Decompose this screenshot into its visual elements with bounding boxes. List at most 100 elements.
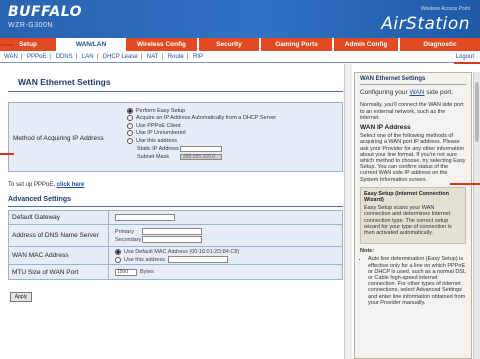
option-label: Use this address <box>136 137 177 144</box>
static-ip-row: Static IP Address <box>137 145 337 153</box>
radio-pppoe[interactable] <box>127 122 133 129</box>
static-ip-label: Static IP Address <box>137 145 179 152</box>
list-item: Auto line determination (Easy Setup) is … <box>368 256 466 306</box>
option-static-address[interactable]: Use this address <box>127 137 337 145</box>
mac-custom-label: Use this address <box>124 256 165 263</box>
mtu-input[interactable]: 1500 <box>115 268 137 276</box>
main-scrollbar[interactable] <box>344 64 352 359</box>
subnav-nat[interactable]: NAT <box>147 54 159 60</box>
default-gateway-input[interactable] <box>115 214 175 221</box>
dns-secondary-label: Secondary <box>115 236 142 243</box>
subnet-mask-label: Subnet Mask <box>137 153 170 160</box>
subnav-pppoe[interactable]: PPPoE <box>27 54 46 60</box>
help-title: WAN Ethernet Settings <box>360 76 466 86</box>
tab-wan-lan[interactable]: WAN/LAN <box>58 38 126 51</box>
callout-line-help <box>450 183 480 185</box>
table-row: Address of DNS Name Server Primary Secon… <box>8 225 343 247</box>
ip-method-section: Method of Acquiring IP Address Perform E… <box>8 102 343 172</box>
subnav-wan[interactable]: WAN <box>4 54 18 60</box>
help-intro-text: Configuring your <box>360 89 408 97</box>
dns-label: Address of DNS Name Server <box>9 225 109 246</box>
help-box-text: Easy Setup scans your WAN connection and… <box>364 205 452 237</box>
help-scrollbar-thumb[interactable] <box>475 82 479 142</box>
mac-default-option[interactable]: Use Default MAC Address (00:16:01:2D:84:… <box>115 248 342 256</box>
mac-cell: Use Default MAC Address (00:16:01:2D:84:… <box>109 247 342 264</box>
brand-logo: BUFFALO <box>8 4 83 20</box>
header-banner: BUFFALO WZR-G300N Wireless Access Point … <box>0 0 480 38</box>
default-gateway-cell <box>109 211 342 224</box>
mac-default-label: Use Default MAC Address (00:16:01:2D:84:… <box>124 248 240 255</box>
subnet-mask-row: Subnet Mask 255.255.255.0 <box>137 153 337 161</box>
subnav-separator: | <box>20 54 23 60</box>
apply-button[interactable]: Apply <box>10 292 32 302</box>
tab-security[interactable]: Security <box>199 38 261 51</box>
mac-label: WAN MAC Address <box>9 247 109 264</box>
radio-mac-custom[interactable] <box>115 256 121 263</box>
radio-ip-unnumbered[interactable] <box>127 130 133 137</box>
dns-secondary-input[interactable] <box>142 236 202 243</box>
option-label: Perform Easy Setup <box>136 107 186 114</box>
help-paragraph: Normally, you'll connect the WAN side po… <box>360 102 464 121</box>
callout-line-main <box>0 153 14 155</box>
subnav-separator: | <box>140 54 143 60</box>
option-label: Use PPPoE Client <box>136 122 181 129</box>
option-easy-setup[interactable]: Perform Easy Setup <box>127 107 337 115</box>
option-dhcp[interactable]: Acquire an IP Address Automatically from… <box>127 115 337 123</box>
subnav-route[interactable]: Route <box>168 54 184 60</box>
subnav-rip[interactable]: RIP <box>193 54 203 60</box>
dns-primary-label: Primary <box>115 228 134 235</box>
help-easy-setup-box: Easy Setup (Internet Connection Wizard) … <box>360 186 466 245</box>
mtu-label: MTU Size of WAN Port <box>9 265 109 279</box>
radio-mac-default[interactable] <box>115 248 121 255</box>
subnav-lan[interactable]: LAN <box>82 54 94 60</box>
subnav-separator: | <box>161 54 164 60</box>
option-pppoe[interactable]: Use PPPoE Client <box>127 122 337 130</box>
subnav-separator: | <box>49 54 51 60</box>
dns-primary-input[interactable] <box>142 228 202 235</box>
help-wan-link[interactable]: WAN <box>410 89 425 96</box>
help-paragraph: Select one of the following methods of a… <box>360 133 466 183</box>
pppoe-click-here-link[interactable]: click here <box>57 182 85 188</box>
tab-gaming-ports[interactable]: Gaming Ports <box>261 38 334 51</box>
sub-navigation: WAN | PPPoE | DDNS | LAN | DHCP Lease | NAT | … <box>0 51 480 63</box>
ip-method-options: Perform Easy Setup Acquire an IP Address… <box>127 107 337 161</box>
help-box-title: Easy Setup (Internet Connection Wizard) <box>364 190 449 204</box>
help-heading: WAN IP Address <box>360 124 411 132</box>
help-scrollbar[interactable] <box>473 72 480 359</box>
mtu-unit: Bytes <box>140 269 154 275</box>
subnav-dhcp-lease[interactable]: DHCP Lease <box>103 54 138 60</box>
callout-line-tabs <box>0 44 14 46</box>
option-ip-unnumbered[interactable]: Use IP Unnumbered <box>127 130 337 138</box>
help-intro-text: side port. <box>426 89 454 97</box>
dns-cell: Primary Secondary <box>109 225 342 246</box>
help-panel: WAN Ethernet Settings Configuring your W… <box>354 72 472 359</box>
mac-custom-input[interactable] <box>167 256 228 263</box>
dns-secondary-row: Secondary <box>115 236 342 244</box>
static-ip-input[interactable] <box>180 145 222 152</box>
pppoe-hint: To set up PPPoE, click here <box>8 182 84 188</box>
help-intro: Configuring your WAN side port. <box>360 89 466 97</box>
radio-static-address[interactable] <box>127 137 133 144</box>
table-row: WAN MAC Address Use Default MAC Address … <box>8 247 343 265</box>
main-tab-bar: Setup WAN/LAN Wireless Config Security G… <box>0 38 480 51</box>
radio-easy-setup[interactable] <box>127 107 133 114</box>
subnav-separator: | <box>186 54 189 60</box>
dns-primary-row: Primary <box>115 228 342 236</box>
table-row: Default Gateway <box>8 210 343 225</box>
mtu-cell: 1500 Bytes <box>109 265 342 279</box>
product-name: AirStation <box>381 14 470 34</box>
tab-diagnostic[interactable]: Diagnostic <box>400 38 480 51</box>
product-tagline: Wireless Access Point <box>420 6 470 12</box>
tab-admin-config[interactable]: Admin Config <box>334 38 400 51</box>
default-gateway-label: Default Gateway <box>9 211 109 224</box>
subnet-mask-select[interactable]: 255.255.255.0 <box>180 153 222 160</box>
callout-line-subnav <box>454 62 480 64</box>
option-label: Acquire an IP Address Automatically from… <box>136 115 277 122</box>
subnav-separator: | <box>75 54 78 60</box>
subnav-ddns[interactable]: DDNS <box>56 54 73 60</box>
table-row: MTU Size of WAN Port 1500 Bytes <box>8 265 343 280</box>
page-title: WAN Ethernet Settings <box>8 72 343 92</box>
mac-custom-option[interactable]: Use this address <box>115 256 342 264</box>
tab-wireless-config[interactable]: Wireless Config <box>126 38 199 51</box>
radio-dhcp[interactable] <box>127 115 133 122</box>
